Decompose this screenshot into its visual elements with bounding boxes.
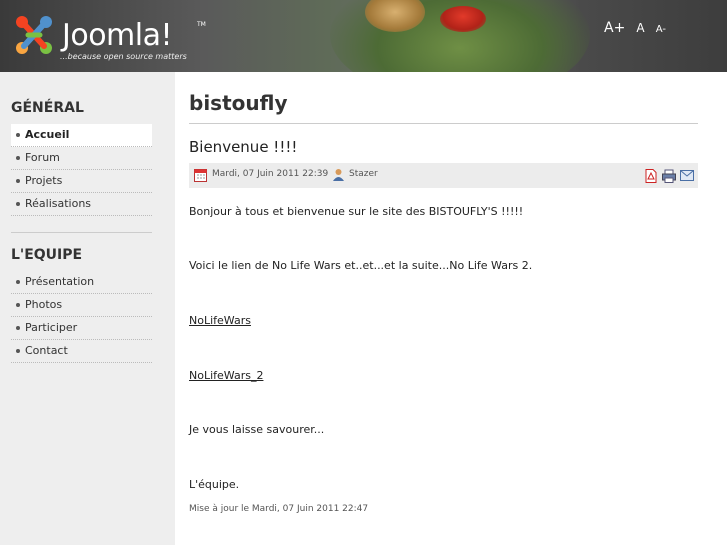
user-icon <box>333 169 344 181</box>
joomla-logo-icon <box>16 16 52 54</box>
module-title-equipe: L'EQUIPE <box>11 247 83 263</box>
font-reset-button[interactable]: A <box>636 21 644 35</box>
article-paragraph: Voici le lien de No Life Wars et..et...e… <box>189 259 533 272</box>
menu-item-forum[interactable]: Forum <box>11 147 152 170</box>
article-paragraph: L'équipe. <box>189 478 240 491</box>
menu-item-presentation[interactable]: Présentation <box>11 271 152 294</box>
article-title[interactable]: Bienvenue !!!! <box>189 138 297 156</box>
calendar-icon <box>194 169 207 182</box>
menu-item-contact[interactable]: Contact <box>11 340 152 363</box>
article-info-bar: Mardi, 07 Juin 2011 22:39 Stazer <box>189 163 698 188</box>
module-title-general: GÉNÉRAL <box>11 100 84 116</box>
font-size-controls: A+ A A- <box>604 17 672 36</box>
header: Joomla! TM ...because open source matter… <box>0 0 727 72</box>
logo-tagline: ...because open source matters <box>60 52 187 61</box>
link-nolifewars-2[interactable]: NoLifeWars_2 <box>189 369 263 382</box>
article-paragraph: Bonjour à tous et bienvenue sur le site … <box>189 205 524 218</box>
menu-item-realisations[interactable]: Réalisations <box>11 193 152 216</box>
menu-item-photos[interactable]: Photos <box>11 294 152 317</box>
title-divider <box>189 123 698 124</box>
menu-item-accueil[interactable]: Accueil <box>11 124 152 147</box>
page-title: bistoufly <box>189 91 288 115</box>
font-smaller-button[interactable]: A- <box>656 24 666 35</box>
article-modified-date: Mise à jour le Mardi, 07 Juin 2011 22:47 <box>189 504 369 514</box>
sidebar: GÉNÉRAL Accueil Forum Projets Réalisatio… <box>0 72 175 545</box>
sidebar-separator <box>11 232 152 233</box>
header-frog-eye <box>440 6 486 32</box>
article-date: Mardi, 07 Juin 2011 22:39 <box>212 169 329 179</box>
link-nolifewars[interactable]: NoLifeWars <box>189 314 251 327</box>
print-icon[interactable] <box>662 169 676 183</box>
article-author: Stazer <box>349 169 378 179</box>
logo-trademark: TM <box>197 21 206 28</box>
font-bigger-button[interactable]: A+ <box>604 20 625 36</box>
menu-item-projets[interactable]: Projets <box>11 170 152 193</box>
menu-equipe: Présentation Photos Participer Contact <box>11 271 152 363</box>
menu-general: Accueil Forum Projets Réalisations <box>11 124 152 216</box>
email-icon[interactable] <box>680 170 694 181</box>
menu-item-participer[interactable]: Participer <box>11 317 152 340</box>
article-paragraph: Je vous laisse savourer... <box>189 423 325 436</box>
logo-wordmark: Joomla! <box>62 18 173 53</box>
joomla-logo[interactable]: Joomla! TM ...because open source matter… <box>14 12 209 64</box>
pdf-icon[interactable] <box>645 169 657 183</box>
